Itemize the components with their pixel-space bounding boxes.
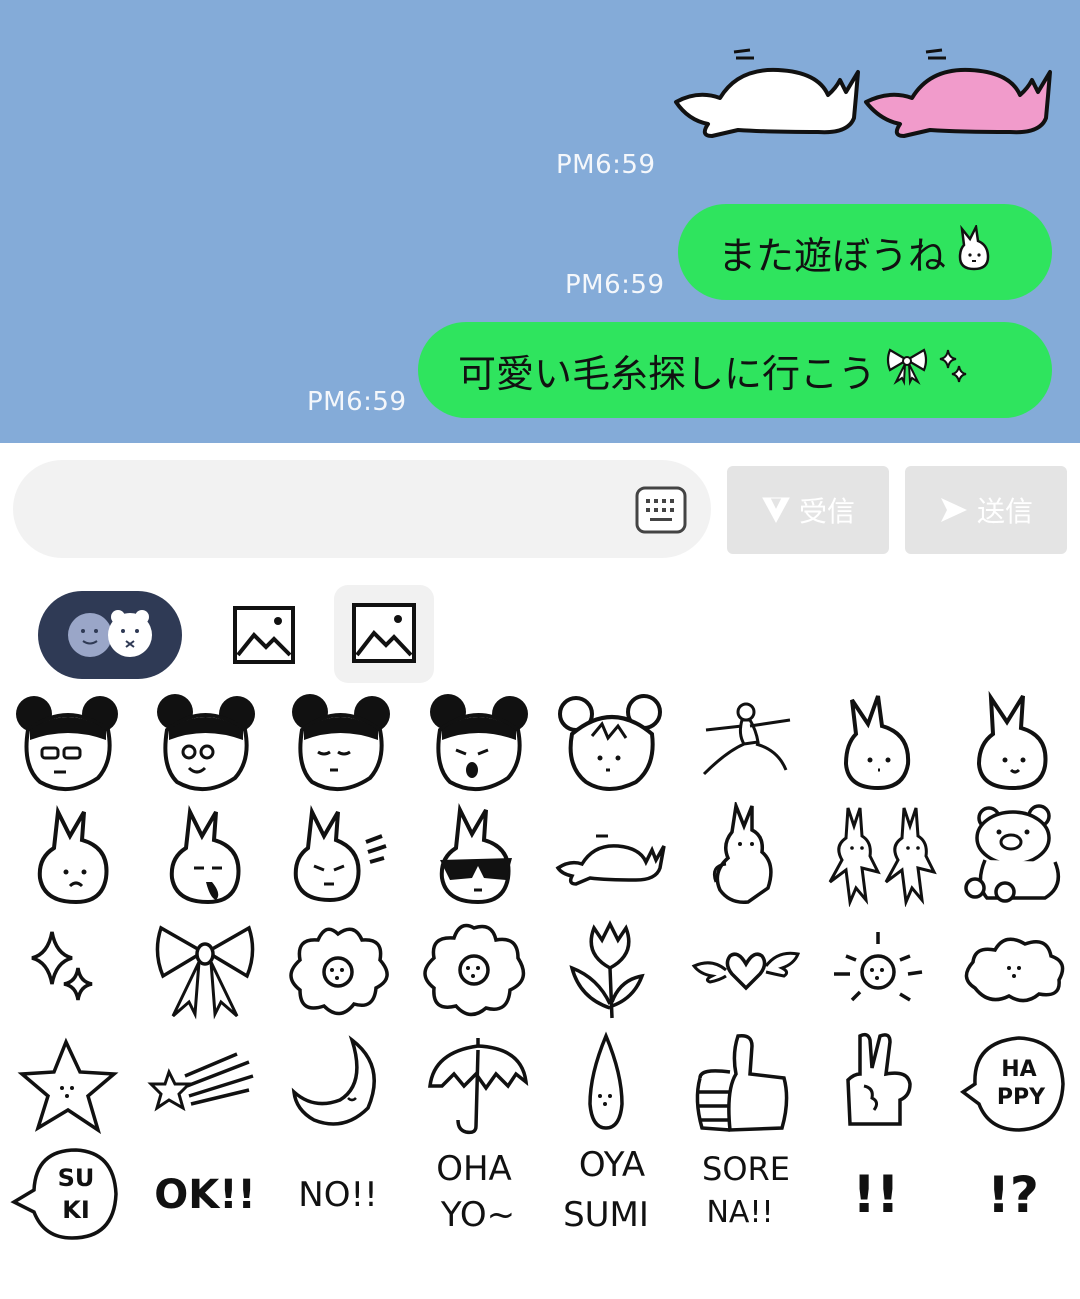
- sparkles-emoji[interactable]: [10, 918, 130, 1023]
- flower-2-emoji[interactable]: [414, 918, 534, 1023]
- star-emoji[interactable]: [10, 1030, 130, 1135]
- girl-glasses-emoji[interactable]: [8, 690, 128, 795]
- rabbit-emoji-icon: [954, 222, 994, 280]
- emoji-pack-tab[interactable]: [38, 591, 182, 679]
- exq-text: !?: [987, 1166, 1039, 1224]
- bear-sitting-emoji[interactable]: [955, 802, 1075, 907]
- peace-sign-emoji[interactable]: [820, 1030, 940, 1135]
- happy-text-2: PPY: [997, 1085, 1046, 1110]
- send-label: 送信: [976, 495, 1033, 528]
- ohayo-text-emoji[interactable]: OHA YO~: [414, 1142, 534, 1247]
- happy-bubble-emoji[interactable]: HA PPY: [955, 1030, 1075, 1135]
- sparkle-emoji-icon: [938, 346, 968, 395]
- double-exclamation-emoji[interactable]: !!: [818, 1142, 938, 1247]
- happy-text-1: HA: [1001, 1057, 1036, 1082]
- rabbit-lying-emoji[interactable]: [552, 802, 672, 907]
- image-tab-selected[interactable]: [334, 585, 434, 683]
- crescent-moon-emoji[interactable]: [282, 1030, 402, 1135]
- face-bear-icon: [68, 610, 152, 657]
- rabbit-sunglasses-emoji[interactable]: [420, 802, 540, 907]
- message-text: また遊ぼうね: [718, 233, 947, 278]
- send-button[interactable]: 送信: [905, 466, 1067, 554]
- umbrella-emoji[interactable]: [420, 1030, 540, 1135]
- ohayo-text-1: OHA: [436, 1149, 512, 1189]
- ok-text: OK!!: [154, 1172, 255, 1218]
- rabbit-sitting-emoji[interactable]: [690, 799, 810, 907]
- keyboard-icon[interactable]: [634, 485, 688, 535]
- rabbit-smile-emoji[interactable]: [955, 690, 1075, 795]
- drop-emoji[interactable]: [548, 1030, 668, 1135]
- sun-emoji[interactable]: [820, 918, 940, 1023]
- rabbit-sad-emoji[interactable]: [18, 802, 138, 907]
- suki-text-1: SU: [58, 1164, 95, 1192]
- suki-bubble-emoji[interactable]: SU KI: [10, 1142, 130, 1247]
- white-rabbit: [674, 67, 860, 138]
- ribbon-emoji-icon: [884, 346, 930, 395]
- oyasumi-text-2: SUMI: [563, 1195, 649, 1235]
- flower-emoji[interactable]: [278, 918, 398, 1023]
- sleeping-rabbits-sticker: [674, 48, 1052, 138]
- receive-label: 受信: [798, 495, 855, 528]
- sorena-text-2: NA!!: [706, 1195, 773, 1230]
- send-icon: [940, 498, 967, 522]
- image-icon: [233, 606, 295, 664]
- rabbit-drool-emoji[interactable]: [150, 802, 270, 907]
- sorena-text-1: SORE: [702, 1150, 790, 1188]
- message-time: PM6:59: [307, 387, 407, 417]
- chat-area[interactable]: PM6:59 また遊ぼうね PM6:59 可愛い毛糸探しに行こう PM6:59: [0, 0, 1080, 443]
- thumbs-up-emoji[interactable]: [686, 1030, 806, 1135]
- sorena-text-emoji[interactable]: SORE NA!!: [684, 1142, 804, 1247]
- jumping-person-emoji[interactable]: [686, 690, 806, 795]
- receive-button[interactable]: 受信: [727, 466, 889, 554]
- no-text-emoji[interactable]: NO!!: [280, 1142, 400, 1247]
- cloud-emoji[interactable]: [955, 918, 1075, 1023]
- winged-heart-emoji[interactable]: [686, 918, 806, 1023]
- rabbit-face-emoji[interactable]: [820, 690, 940, 795]
- two-rabbits-emoji[interactable]: [822, 802, 942, 908]
- rabbit-angry-emoji[interactable]: [282, 802, 402, 907]
- girl-bear-ears-emoji[interactable]: [552, 690, 672, 795]
- ok-text-emoji[interactable]: OK!!: [145, 1142, 265, 1247]
- ohayo-text-2: YO~: [440, 1195, 515, 1235]
- message-bubble[interactable]: また遊ぼうね: [678, 204, 1052, 300]
- suki-text-2: KI: [62, 1196, 90, 1224]
- receive-icon: [762, 497, 790, 524]
- girl-yawn-emoji[interactable]: [418, 690, 538, 795]
- excl-text: !!: [852, 1165, 899, 1225]
- pink-rabbit: [864, 67, 1052, 138]
- shooting-star-emoji[interactable]: [145, 1030, 265, 1135]
- image-tab[interactable]: [232, 605, 296, 665]
- oyasumi-text-1: OYA: [579, 1145, 645, 1185]
- sticker-message[interactable]: [668, 40, 1060, 142]
- message-input[interactable]: [13, 460, 711, 558]
- message-time: PM6:59: [556, 150, 656, 180]
- oyasumi-text-emoji[interactable]: OYA SUMI: [548, 1142, 668, 1247]
- tulip-emoji[interactable]: [550, 918, 670, 1023]
- message-text: 可愛い毛糸探しに行こう: [458, 351, 877, 396]
- girl-sleepy-emoji[interactable]: [280, 690, 400, 795]
- girl-smile-emoji[interactable]: [145, 690, 265, 795]
- no-text: NO!!: [298, 1175, 377, 1215]
- exclamation-question-emoji[interactable]: !?: [955, 1142, 1075, 1247]
- message-time: PM6:59: [565, 270, 665, 300]
- message-bubble[interactable]: 可愛い毛糸探しに行こう: [418, 322, 1052, 418]
- image-icon: [352, 603, 416, 663]
- ribbon-emoji[interactable]: [145, 918, 265, 1023]
